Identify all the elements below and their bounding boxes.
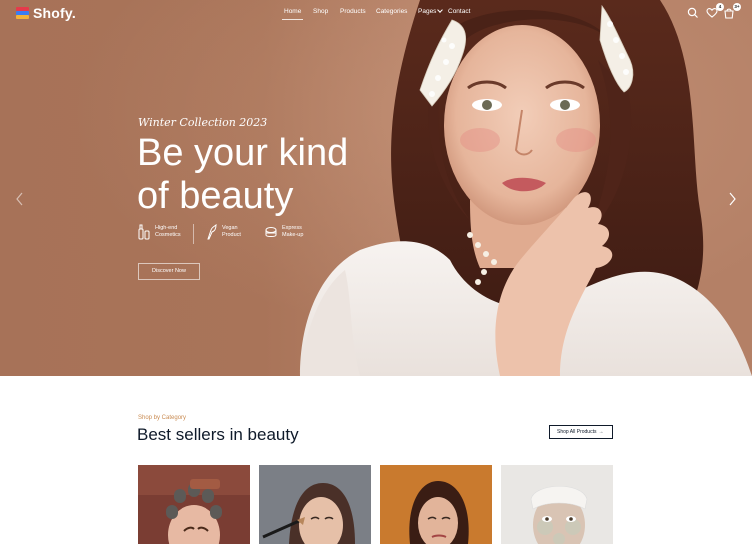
slider-prev-arrow[interactable] [14, 191, 26, 207]
brand-name: Shofy. [33, 5, 76, 21]
shop-all-label: Shop All Products [557, 429, 597, 435]
hero-title-line-2: of beauty [137, 175, 294, 217]
hero-subtitle: Winter Collection 2023 [138, 116, 268, 129]
feature-vegan: Vegan Product [205, 224, 256, 240]
category-card-hair-curlers[interactable] [138, 465, 250, 544]
cart-button[interactable]: 3+ [722, 3, 741, 20]
section-title: Best sellers in beauty [137, 425, 299, 444]
nav-pages-label: Pages [418, 8, 437, 15]
shop-all-products-button[interactable]: Shop All Products → [549, 425, 613, 439]
section-eyebrow: Shop by Category [138, 415, 187, 421]
nav-pages[interactable]: Pages [418, 7, 444, 15]
vegan-product-icon [207, 224, 217, 240]
wishlist-button[interactable]: 4 [705, 3, 724, 20]
hair-curlers-photo [138, 465, 250, 544]
slider-next-arrow[interactable] [726, 191, 738, 207]
hero-title: Be your kind of beauty [137, 132, 397, 218]
cosmetics-icon [138, 224, 150, 240]
category-card-makeup-brush[interactable] [259, 465, 371, 544]
category-card-portrait[interactable] [380, 465, 492, 544]
feature-3-line-1: Express [282, 225, 302, 231]
feature-2-line-2: Product [222, 232, 241, 238]
chevron-down-icon [437, 7, 444, 13]
feature-makeup: Express Make-up [265, 224, 316, 240]
site-header: Shofy. Home Shop Products Categories Pag… [0, 0, 752, 26]
feature-1-line-1: High-end [155, 225, 178, 231]
nav-products[interactable]: Products [340, 8, 366, 15]
logo-icon [16, 6, 30, 20]
face-mask-photo [501, 465, 613, 544]
discover-now-button[interactable]: Discover Now [138, 263, 200, 280]
category-card-face-mask[interactable] [501, 465, 613, 544]
chevron-left-icon [16, 192, 23, 206]
nav-home[interactable]: Home [281, 8, 304, 20]
makeup-brush-photo [259, 465, 371, 544]
feature-1-line-2: Cosmetics [155, 232, 181, 238]
search-icon[interactable] [686, 6, 700, 20]
feature-cosmetics: High-end Cosmetics [138, 224, 189, 240]
nav-shop[interactable]: Shop [313, 8, 328, 15]
arrow-right-icon: → [598, 429, 604, 435]
makeup-icon [265, 227, 277, 237]
orange-background-portrait-photo [380, 465, 492, 544]
best-sellers-section: Shop by Category Best sellers in beauty … [0, 376, 752, 544]
nav-contact[interactable]: Contact [448, 8, 470, 15]
logo[interactable]: Shofy. [16, 5, 76, 21]
hero-banner: Shofy. Home Shop Products Categories Pag… [0, 0, 752, 376]
feature-3-line-2: Make-up [282, 232, 304, 238]
cart-count-badge: 3+ [733, 3, 741, 11]
feature-2-line-1: Vegan [222, 225, 238, 231]
nav-categories[interactable]: Categories [376, 8, 407, 15]
chevron-right-icon [729, 192, 736, 206]
hero-title-line-1: Be your kind [137, 132, 349, 174]
divider [193, 224, 194, 244]
